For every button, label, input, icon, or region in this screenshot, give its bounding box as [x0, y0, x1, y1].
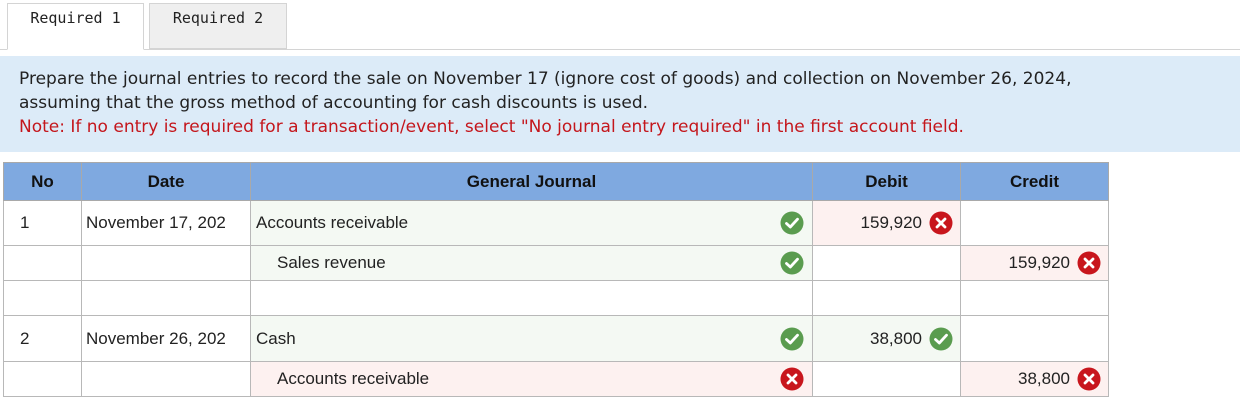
header-no: No — [3, 162, 82, 201]
journal-header-row: No Date General Journal Debit Credit — [3, 162, 1109, 201]
instructions-line-1: Prepare the journal entries to record th… — [19, 69, 1072, 89]
debit-input[interactable] — [812, 361, 961, 397]
credit-input[interactable] — [960, 280, 1109, 316]
header-date: Date — [81, 162, 251, 201]
x-circle-icon — [1077, 367, 1101, 391]
debit-input[interactable] — [812, 280, 961, 316]
check-circle-icon — [929, 327, 953, 350]
date-select[interactable]: November 26, 202 — [81, 315, 251, 362]
tab-required-2[interactable]: Required 2 — [149, 3, 287, 49]
journal-row: 1 November 17, 202 Accounts receivable 159,… — [3, 200, 1109, 246]
instructions-note: Note: If no entry is required for a tran… — [19, 117, 964, 137]
tab-bar: Required 1 Required 2 — [0, 0, 1240, 50]
credit-amount: 38,800 — [1018, 369, 1070, 388]
entry-number — [3, 280, 82, 316]
entry-number: 2 — [3, 315, 82, 362]
account-label: Accounts receivable — [277, 369, 430, 388]
header-credit: Credit — [960, 162, 1109, 201]
account-label: Sales revenue — [277, 253, 386, 272]
x-circle-icon — [780, 367, 804, 391]
account-label: Accounts receivable — [256, 213, 409, 232]
date-select[interactable] — [81, 245, 251, 281]
check-circle-icon — [780, 211, 804, 235]
journal-body: 1 November 17, 202 Accounts receivable 159,… — [3, 200, 1109, 397]
entry-number — [3, 245, 82, 281]
check-circle-icon — [780, 251, 804, 275]
credit-input[interactable] — [960, 200, 1109, 246]
check-circle-icon — [780, 327, 804, 350]
x-circle-icon — [929, 211, 953, 235]
debit-input[interactable] — [812, 245, 961, 281]
journal-row: Sales revenue 159,920 — [3, 245, 1109, 281]
account-select[interactable] — [250, 280, 813, 316]
debit-amount: 159,920 — [860, 213, 922, 232]
debit-input[interactable]: 159,920 — [812, 200, 961, 246]
journal-row — [3, 280, 1109, 316]
instructions-panel: Prepare the journal entries to record th… — [0, 56, 1240, 152]
journal-table: No Date General Journal Debit Credit 1 No… — [3, 162, 1109, 397]
date-select[interactable] — [81, 361, 251, 397]
entry-number — [3, 361, 82, 397]
credit-input[interactable]: 159,920 — [960, 245, 1109, 281]
debit-input[interactable]: 38,800 — [812, 315, 961, 362]
credit-amount: 159,920 — [1008, 253, 1070, 272]
account-label: Cash — [256, 328, 296, 348]
credit-input[interactable]: 38,800 — [960, 361, 1109, 397]
tab-baseline — [0, 49, 1240, 50]
instructions-line-2: assuming that the gross method of accoun… — [19, 93, 649, 113]
journal-row: Accounts receivable 38,800 — [3, 361, 1109, 397]
debit-amount: 38,800 — [870, 328, 922, 348]
credit-input[interactable] — [960, 315, 1109, 362]
header-general-journal: General Journal — [250, 162, 813, 201]
account-select[interactable]: Sales revenue — [250, 245, 813, 281]
account-select[interactable]: Accounts receivable — [250, 200, 813, 246]
journal-row: 2 November 26, 202 Cash 38,800 — [3, 315, 1109, 362]
x-circle-icon — [1077, 251, 1101, 275]
entry-number: 1 — [3, 200, 82, 246]
account-select[interactable]: Accounts receivable — [250, 361, 813, 397]
date-select[interactable]: November 17, 202 — [81, 200, 251, 246]
tab-required-1[interactable]: Required 1 — [7, 3, 144, 50]
header-debit: Debit — [812, 162, 961, 201]
date-select[interactable] — [81, 280, 251, 316]
account-select[interactable]: Cash — [250, 315, 813, 362]
